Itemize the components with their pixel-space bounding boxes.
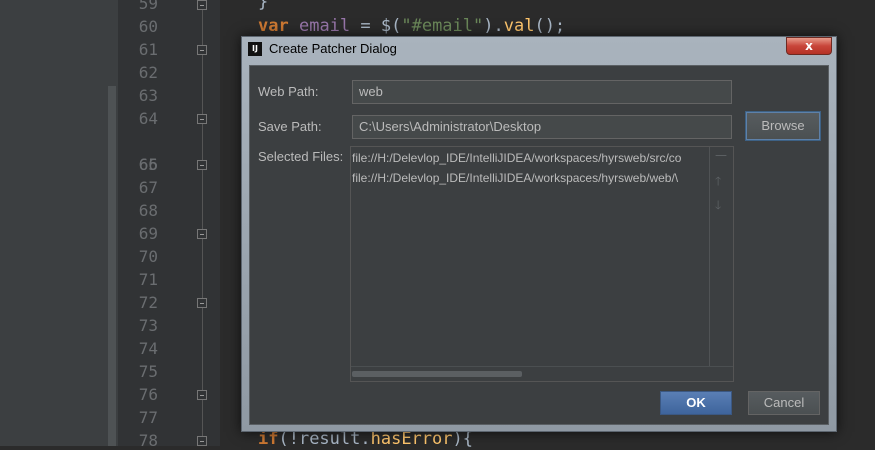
selected-files-list[interactable]: file://H:/Delevlop_IDE/IntelliJIDEA/work… [350, 146, 734, 382]
line-number: 74 [138, 339, 158, 358]
fold-marker[interactable] [197, 0, 207, 10]
call: $( [380, 16, 402, 36]
code-text: ){ [452, 429, 473, 449]
line-number: 70 [138, 247, 158, 266]
line-number: 61 [138, 40, 158, 59]
cancel-button[interactable]: Cancel [748, 391, 820, 415]
line-number: 77 [138, 408, 158, 427]
operator: = [350, 16, 381, 36]
code-line: if(!result.hasError){ [258, 429, 473, 449]
line-number: 76 [138, 385, 158, 404]
fold-guide [202, 0, 203, 446]
dialog-title-bar[interactable]: IJ Create Patcher Dialog x [242, 37, 836, 63]
code-line: var email = $("#email").val(); [258, 16, 565, 36]
keyword: var [258, 16, 289, 36]
save-path-input[interactable]: C:\Users\Administrator\Desktop [352, 115, 732, 139]
code-line: } [258, 0, 269, 12]
editor-scrollbar[interactable] [108, 86, 116, 446]
line-number: 78 [138, 431, 158, 450]
list-item[interactable]: file://H:/Delevlop_IDE/IntelliJIDEA/work… [352, 151, 708, 165]
line-number: 68 [138, 201, 158, 220]
browse-button[interactable]: Browse [746, 112, 820, 140]
fold-marker[interactable] [197, 114, 207, 124]
move-up-icon[interactable]: 🡑 [715, 175, 721, 187]
line-number: 66 [138, 155, 158, 174]
dialog-content: Web Path: web Save Path: C:\Users\Admini… [249, 65, 829, 425]
fold-marker[interactable] [197, 229, 207, 239]
scrollbar-thumb[interactable] [352, 371, 522, 377]
close-button[interactable]: x [786, 37, 832, 55]
selected-files-label: Selected Files: [258, 149, 344, 164]
line-number: 62 [138, 63, 158, 82]
move-down-icon[interactable]: 🡓 [715, 199, 721, 211]
fold-marker[interactable] [197, 45, 207, 55]
fold-marker[interactable] [197, 436, 207, 446]
line-number: 63 [138, 86, 158, 105]
fold-marker[interactable] [197, 160, 207, 170]
code-text: (); [534, 16, 566, 36]
line-number: 73 [138, 316, 158, 335]
remove-icon[interactable]: — [715, 149, 727, 161]
ok-button[interactable]: OK [660, 391, 732, 415]
function-name: val [503, 16, 535, 36]
code-text: ). [483, 16, 504, 36]
line-number: 64 [138, 109, 158, 128]
line-number: 69 [138, 224, 158, 243]
line-number: 67 [138, 178, 158, 197]
dialog-title: Create Patcher Dialog [269, 41, 397, 56]
keyword: if [258, 429, 279, 449]
intellij-app-icon: IJ [248, 42, 262, 56]
create-patcher-dialog: IJ Create Patcher Dialog x Web Path: web… [241, 36, 837, 432]
web-path-input[interactable]: web [352, 80, 732, 104]
line-number: 72 [138, 293, 158, 312]
code-text: (!result. [278, 429, 371, 449]
project-panel-edge [0, 0, 118, 446]
line-number: 75 [138, 362, 158, 381]
function-name: hasError [370, 429, 453, 449]
fold-marker[interactable] [197, 390, 207, 400]
variable: email [298, 16, 351, 36]
web-path-label: Web Path: [258, 84, 319, 99]
line-number: 59 [138, 0, 158, 13]
list-item[interactable]: file://H:/Delevlop_IDE/IntelliJIDEA/work… [352, 171, 708, 185]
horizontal-scrollbar[interactable] [351, 366, 733, 381]
string-literal: "#email" [401, 16, 484, 36]
save-path-label: Save Path: [258, 119, 322, 134]
line-number: 71 [138, 270, 158, 289]
list-toolbar: — 🡑 🡓 [709, 147, 733, 368]
fold-marker[interactable] [197, 298, 207, 308]
line-number: 60 [138, 17, 158, 36]
